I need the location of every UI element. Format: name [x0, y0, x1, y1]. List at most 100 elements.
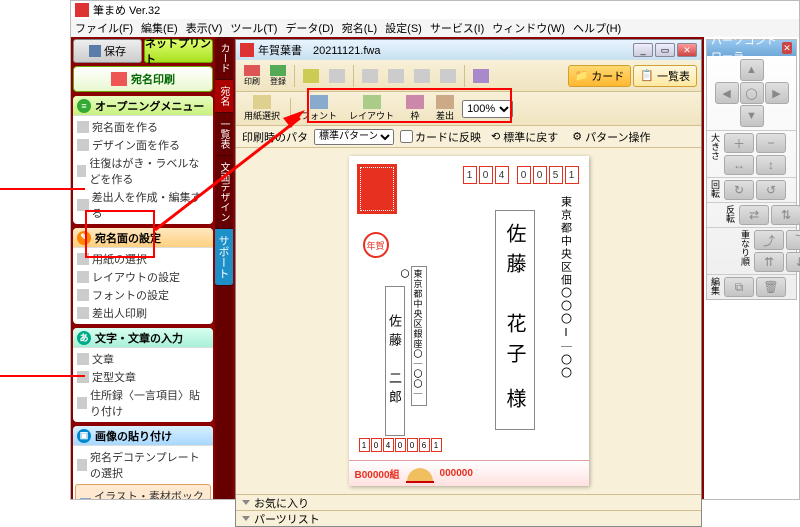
menu-file[interactable]: ファイル(F): [75, 20, 133, 36]
folder-icon: 📁: [575, 69, 589, 82]
center-area: 年賀葉書 20211121.fwa _ ▭ ✕ 印刷 登録: [233, 37, 704, 499]
close-button[interactable]: ✕: [677, 43, 697, 57]
paper-select-button[interactable]: 用紙選択: [240, 94, 284, 124]
vtab-list[interactable]: 一覧表: [215, 113, 233, 156]
pattern-ops-button[interactable]: ⚙パターン操作: [568, 129, 654, 145]
sender-address[interactable]: 東京都中央区銀座〇｜〇〇｜〇: [411, 266, 427, 406]
item-create-label[interactable]: 往復はがき・ラベルなどを作る: [75, 154, 211, 188]
delete-button[interactable]: 🗑: [756, 277, 786, 297]
recipient-address[interactable]: 東京都中央区佃〇〇〇Ⅰ｜〇〇: [557, 196, 572, 380]
item-create-design[interactable]: デザイン面を作る: [75, 136, 211, 154]
atena-print-button[interactable]: 宛名印刷: [73, 66, 213, 92]
item-create-atena[interactable]: 宛名面を作る: [75, 118, 211, 136]
minimize-button[interactable]: _: [633, 43, 653, 57]
menu-edit[interactable]: 編集(E): [141, 20, 178, 36]
layout-button[interactable]: レイアウト: [345, 94, 398, 124]
maximize-button[interactable]: ▭: [655, 43, 675, 57]
order-bottom[interactable]: ⇊: [786, 252, 800, 272]
vtab-support[interactable]: サポート: [215, 229, 233, 286]
size-minus[interactable]: −: [756, 133, 786, 153]
recipient-name[interactable]: 佐藤 花子 様: [495, 210, 535, 430]
last-button[interactable]: [436, 64, 460, 88]
menu-window[interactable]: ウィンドウ(W): [492, 20, 565, 36]
flip-h[interactable]: ⇄: [739, 205, 769, 225]
doc-icon: [77, 121, 89, 133]
rotate-cw[interactable]: ↻: [724, 180, 754, 200]
menu-tool[interactable]: ツール(T): [230, 20, 277, 36]
item-illust-box[interactable]: イラスト・素材ボックス: [78, 487, 208, 499]
menu-settings[interactable]: 設定(S): [385, 20, 422, 36]
postcard-preview[interactable]: 年賀 1 0 4 0 0 5 1 東京都中央区佃〇〇〇Ⅰ｜〇〇 佐藤 花子: [349, 156, 589, 486]
panel-atena-header[interactable]: ✎宛名面の設定: [73, 228, 213, 248]
register-button[interactable]: 登録: [266, 64, 290, 88]
item-layout-settings[interactable]: レイアウトの設定: [75, 268, 211, 286]
menu-data[interactable]: データ(D): [285, 20, 333, 36]
dpad-up[interactable]: ▲: [740, 59, 764, 81]
order-front[interactable]: ⤴: [754, 230, 784, 250]
netprint-button[interactable]: ネットプリント: [144, 39, 213, 63]
next-button[interactable]: [410, 64, 434, 88]
menu-service[interactable]: サービス(I): [430, 20, 484, 36]
copy-button[interactable]: ⧉: [724, 277, 754, 297]
dpad: ▲ ◀◯▶ ▼: [707, 56, 796, 130]
item-edit-sender[interactable]: 差出人を作成・編集する: [75, 188, 211, 222]
chk-label: カードに反映: [415, 129, 481, 145]
parts-controller-header[interactable]: パーツコントローラ✕: [707, 40, 796, 56]
sender-zip[interactable]: 1 0 4 0 0 6 1: [359, 438, 442, 452]
panel-image-header[interactable]: ▣画像の貼り付け: [73, 426, 213, 446]
dpad-center[interactable]: ◯: [740, 82, 764, 104]
redo-button[interactable]: [325, 64, 349, 88]
item-deco-template[interactable]: 宛名デコテンプレートの選択: [75, 448, 211, 482]
card-view-button[interactable]: 📁カード: [568, 65, 632, 87]
list-view-button[interactable]: 📋一覧表: [633, 65, 697, 87]
print-button[interactable]: 印刷: [240, 64, 264, 88]
expand-icon: [242, 500, 250, 505]
order-back[interactable]: ⤵: [786, 230, 800, 250]
titlebar: 筆まめ Ver.32: [71, 1, 799, 19]
frame-button[interactable]: 枠: [402, 94, 428, 124]
panel-text-header[interactable]: あ文字・文章の入力: [73, 328, 213, 348]
item-sender-print[interactable]: 差出人印刷: [75, 304, 211, 322]
vtab-card[interactable]: カード: [215, 37, 233, 80]
size-y[interactable]: ↕: [756, 155, 786, 175]
vtab-design[interactable]: 文面デザイン: [215, 156, 233, 229]
vtab-atena[interactable]: 宛名: [215, 80, 233, 113]
reset-icon: ⟲: [491, 130, 500, 143]
prev-button[interactable]: [384, 64, 408, 88]
item-text[interactable]: 文章: [75, 350, 211, 368]
pattern-select[interactable]: 標準パターン: [314, 129, 394, 145]
tray-favorites[interactable]: お気に入り: [236, 494, 701, 510]
deco-button[interactable]: [469, 64, 493, 88]
item-fixed-text[interactable]: 定型文章: [75, 368, 211, 386]
sashidashi-button[interactable]: 差出: [432, 94, 458, 124]
dpad-left[interactable]: ◀: [715, 82, 739, 104]
tray-parts[interactable]: パーツリスト: [236, 510, 701, 526]
rotate-ccw[interactable]: ↺: [756, 180, 786, 200]
item-font-settings[interactable]: フォントの設定: [75, 286, 211, 304]
dpad-down[interactable]: ▼: [740, 105, 764, 127]
menu-help[interactable]: ヘルプ(H): [573, 20, 621, 36]
panel-opening-header[interactable]: ≡オープニングメニュー: [73, 96, 213, 116]
font-button[interactable]: フォント: [297, 94, 341, 124]
size-plus[interactable]: ＋: [724, 133, 754, 153]
menu-atena[interactable]: 宛名(L): [342, 20, 377, 36]
save-button[interactable]: 保存: [73, 39, 142, 63]
bullet-icon: あ: [77, 331, 91, 345]
reflect-checkbox-input[interactable]: [400, 130, 413, 143]
canvas[interactable]: 年賀 1 0 4 0 0 5 1 東京都中央区佃〇〇〇Ⅰ｜〇〇 佐藤 花子: [236, 148, 701, 494]
sender-name[interactable]: 佐藤 二郎: [385, 286, 405, 436]
item-address-paste[interactable]: 住所録〈一言項目〉貼り付け: [75, 386, 211, 420]
zoom-select[interactable]: 100%: [462, 100, 513, 118]
size-x[interactable]: ↔: [724, 155, 754, 175]
dpad-right[interactable]: ▶: [765, 82, 789, 104]
undo-button[interactable]: [299, 64, 323, 88]
close-icon[interactable]: ✕: [782, 42, 792, 54]
reset-button[interactable]: ⟲標準に戻す: [487, 129, 562, 145]
flip-v[interactable]: ⇅: [771, 205, 800, 225]
order-top[interactable]: ⇈: [754, 252, 784, 272]
recipient-zip[interactable]: 1 0 4 0 0 5 1: [463, 166, 579, 184]
menu-view[interactable]: 表示(V): [186, 20, 223, 36]
first-button[interactable]: [358, 64, 382, 88]
item-paper-select[interactable]: 用紙の選択: [75, 250, 211, 268]
reflect-checkbox[interactable]: カードに反映: [400, 129, 481, 145]
